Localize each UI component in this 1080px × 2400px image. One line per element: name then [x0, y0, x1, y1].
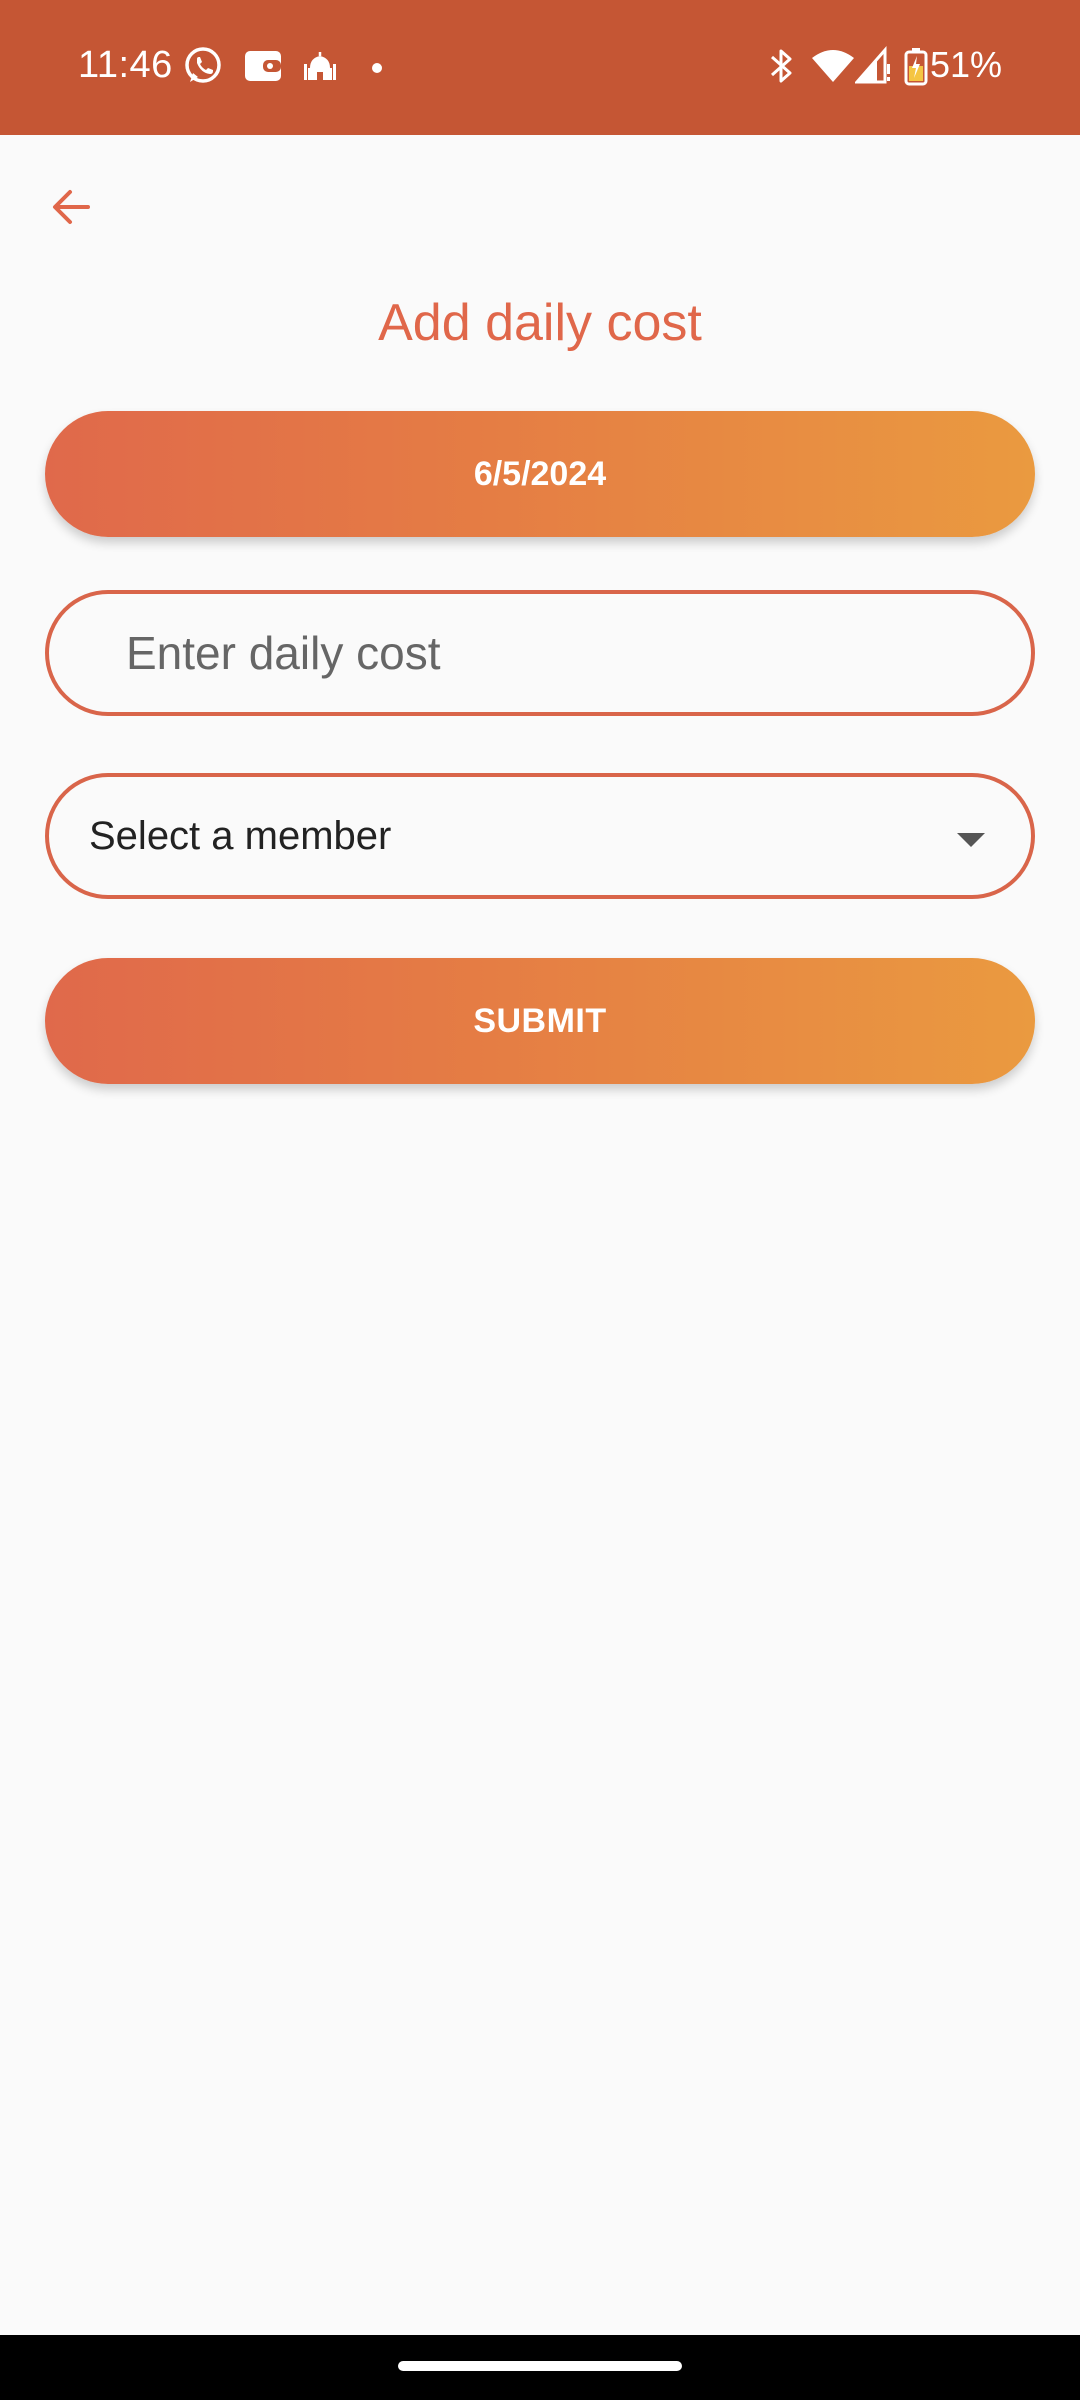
bluetooth-icon — [766, 46, 796, 91]
main-content: Add daily cost 6/5/2024 Select a member … — [0, 135, 1080, 2335]
mosque-icon — [302, 46, 338, 91]
date-picker-button[interactable]: 6/5/2024 — [45, 411, 1035, 537]
member-dropdown[interactable]: Select a member — [45, 773, 1035, 899]
whatsapp-icon — [183, 46, 223, 91]
status-time: 11:46 — [78, 44, 173, 86]
battery-charging-icon — [904, 46, 928, 91]
home-indicator[interactable] — [398, 2361, 682, 2371]
arrow-back-icon — [53, 190, 90, 224]
submit-button[interactable]: SUBMIT — [45, 958, 1035, 1084]
navigation-bar — [0, 2335, 1080, 2400]
submit-label: SUBMIT — [473, 1001, 607, 1040]
daily-cost-input[interactable] — [124, 625, 1008, 681]
dropdown-arrow-icon — [957, 833, 985, 847]
battery-percentage: 51% — [929, 44, 1002, 85]
signal-icon — [853, 46, 891, 91]
wallet-icon — [243, 46, 283, 91]
status-bar: 11:46 51% — [0, 0, 1080, 135]
daily-cost-field[interactable] — [45, 590, 1035, 716]
wifi-icon — [810, 46, 856, 91]
page-title: Add daily cost — [378, 294, 702, 352]
back-button[interactable] — [46, 181, 98, 233]
dot-icon — [371, 61, 383, 79]
date-label: 6/5/2024 — [473, 454, 607, 493]
member-select-label: Select a member — [89, 813, 392, 858]
